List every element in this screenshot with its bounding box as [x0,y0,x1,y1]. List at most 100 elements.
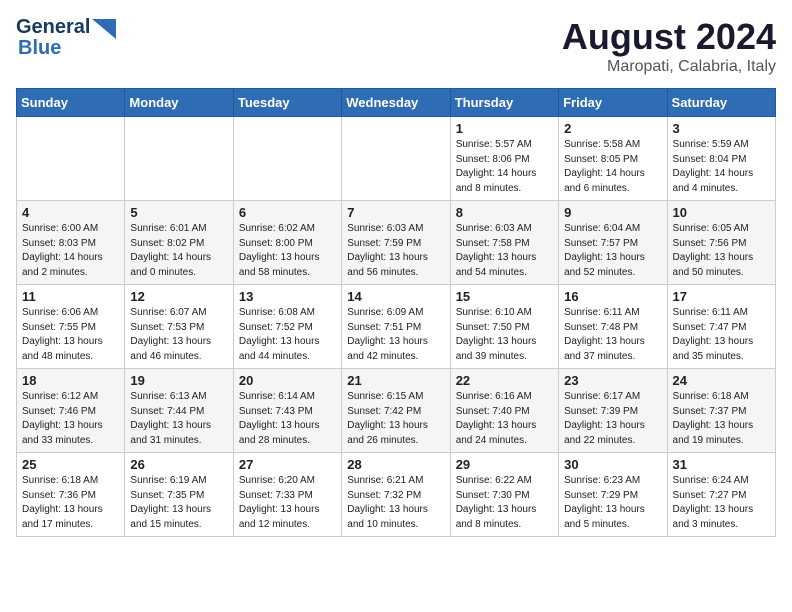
day-number: 30 [564,457,661,472]
calendar-cell [342,117,450,201]
logo-arrow-icon [92,19,116,39]
day-number: 5 [130,205,227,220]
calendar-cell: 8 Sunrise: 6:03 AM Sunset: 7:58 PM Daylig… [450,201,558,285]
day-info: Sunrise: 6:05 AM Sunset: 7:56 PM Dayligh… [673,222,770,280]
col-header-tuesday: Tuesday [233,89,341,117]
day-info: Sunrise: 5:57 AM Sunset: 8:06 PM Dayligh… [456,138,553,196]
day-info: Sunrise: 6:16 AM Sunset: 7:40 PM Dayligh… [456,390,553,448]
day-info: Sunrise: 6:10 AM Sunset: 7:50 PM Dayligh… [456,306,553,364]
calendar-cell: 16 Sunrise: 6:11 AM Sunset: 7:48 PM Dayli… [559,285,667,369]
calendar-table: SundayMondayTuesdayWednesdayThursdayFrid… [16,88,776,537]
day-info: Sunrise: 6:01 AM Sunset: 8:02 PM Dayligh… [130,222,227,280]
calendar-cell: 9 Sunrise: 6:04 AM Sunset: 7:57 PM Daylig… [559,201,667,285]
calendar-cell: 18 Sunrise: 6:12 AM Sunset: 7:46 PM Dayli… [17,369,125,453]
day-info: Sunrise: 6:04 AM Sunset: 7:57 PM Dayligh… [564,222,661,280]
calendar-week-row: 25 Sunrise: 6:18 AM Sunset: 7:36 PM Dayli… [17,453,776,537]
calendar-cell: 22Sunrise: 6:16 AM Sunset: 7:40 PM Dayli… [450,369,558,453]
day-number: 14 [347,289,444,304]
day-info: Sunrise: 6:24 AM Sunset: 7:27 PM Dayligh… [673,474,770,532]
calendar-cell: 13Sunrise: 6:08 AM Sunset: 7:52 PM Dayli… [233,285,341,369]
day-info: Sunrise: 6:11 AM Sunset: 7:48 PM Dayligh… [564,306,661,364]
calendar-cell: 17 Sunrise: 6:11 AM Sunset: 7:47 PM Dayli… [667,285,775,369]
calendar-cell: 3 Sunrise: 5:59 AM Sunset: 8:04 PM Daylig… [667,117,775,201]
calendar-cell [125,117,233,201]
day-info: Sunrise: 6:17 AM Sunset: 7:39 PM Dayligh… [564,390,661,448]
day-info: Sunrise: 5:59 AM Sunset: 8:04 PM Dayligh… [673,138,770,196]
day-info: Sunrise: 6:09 AM Sunset: 7:51 PM Dayligh… [347,306,444,364]
calendar-cell: 26 Sunrise: 6:19 AM Sunset: 7:35 PM Dayli… [125,453,233,537]
day-info: Sunrise: 6:02 AM Sunset: 8:00 PM Dayligh… [239,222,336,280]
day-info: Sunrise: 6:13 AM Sunset: 7:44 PM Dayligh… [130,390,227,448]
day-number: 8 [456,205,553,220]
calendar-cell: 28 Sunrise: 6:21 AM Sunset: 7:32 PM Dayli… [342,453,450,537]
day-info: Sunrise: 5:58 AM Sunset: 8:05 PM Dayligh… [564,138,661,196]
day-info: Sunrise: 6:12 AM Sunset: 7:46 PM Dayligh… [22,390,119,448]
calendar-cell [17,117,125,201]
day-number: 1 [456,121,553,136]
day-info: Sunrise: 6:23 AM Sunset: 7:29 PM Dayligh… [564,474,661,532]
day-info: Sunrise: 6:11 AM Sunset: 7:47 PM Dayligh… [673,306,770,364]
day-number: 12 [130,289,227,304]
calendar-cell [233,117,341,201]
day-info: Sunrise: 6:20 AM Sunset: 7:33 PM Dayligh… [239,474,336,532]
calendar-cell: 5 Sunrise: 6:01 AM Sunset: 8:02 PM Daylig… [125,201,233,285]
calendar-cell: 1 Sunrise: 5:57 AM Sunset: 8:06 PM Daylig… [450,117,558,201]
day-info: Sunrise: 6:21 AM Sunset: 7:32 PM Dayligh… [347,474,444,532]
logo-text-general: General [16,16,90,39]
day-info: Sunrise: 6:19 AM Sunset: 7:35 PM Dayligh… [130,474,227,532]
logo: General Blue [16,16,116,60]
day-number: 20 [239,373,336,388]
col-header-friday: Friday [559,89,667,117]
day-number: 24 [673,373,770,388]
calendar-cell: 15Sunrise: 6:10 AM Sunset: 7:50 PM Dayli… [450,285,558,369]
col-header-sunday: Sunday [17,89,125,117]
title-block: August 2024 Maropati, Calabria, Italy [562,16,776,76]
day-info: Sunrise: 6:18 AM Sunset: 7:37 PM Dayligh… [673,390,770,448]
day-number: 29 [456,457,553,472]
day-info: Sunrise: 6:15 AM Sunset: 7:42 PM Dayligh… [347,390,444,448]
day-number: 23 [564,373,661,388]
subtitle: Maropati, Calabria, Italy [562,58,776,76]
day-number: 3 [673,121,770,136]
calendar-cell: 12 Sunrise: 6:07 AM Sunset: 7:53 PM Dayli… [125,285,233,369]
day-number: 7 [347,205,444,220]
day-number: 19 [130,373,227,388]
calendar-cell: 31Sunrise: 6:24 AM Sunset: 7:27 PM Dayli… [667,453,775,537]
calendar-week-row: 18 Sunrise: 6:12 AM Sunset: 7:46 PM Dayli… [17,369,776,453]
day-number: 6 [239,205,336,220]
calendar-header-row: SundayMondayTuesdayWednesdayThursdayFrid… [17,89,776,117]
calendar-week-row: 11 Sunrise: 6:06 AM Sunset: 7:55 PM Dayli… [17,285,776,369]
calendar-cell: 14 Sunrise: 6:09 AM Sunset: 7:51 PM Dayli… [342,285,450,369]
day-number: 25 [22,457,119,472]
calendar-cell: 24 Sunrise: 6:18 AM Sunset: 7:37 PM Dayli… [667,369,775,453]
day-number: 26 [130,457,227,472]
day-number: 28 [347,457,444,472]
calendar-cell: 7 Sunrise: 6:03 AM Sunset: 7:59 PM Daylig… [342,201,450,285]
day-number: 9 [564,205,661,220]
calendar-cell: 30 Sunrise: 6:23 AM Sunset: 7:29 PM Dayli… [559,453,667,537]
calendar-cell: 25 Sunrise: 6:18 AM Sunset: 7:36 PM Dayli… [17,453,125,537]
calendar-cell: 27Sunrise: 6:20 AM Sunset: 7:33 PM Dayli… [233,453,341,537]
day-info: Sunrise: 6:00 AM Sunset: 8:03 PM Dayligh… [22,222,119,280]
day-info: Sunrise: 6:07 AM Sunset: 7:53 PM Dayligh… [130,306,227,364]
day-number: 16 [564,289,661,304]
day-info: Sunrise: 6:06 AM Sunset: 7:55 PM Dayligh… [22,306,119,364]
day-info: Sunrise: 6:08 AM Sunset: 7:52 PM Dayligh… [239,306,336,364]
day-number: 17 [673,289,770,304]
calendar-cell: 11 Sunrise: 6:06 AM Sunset: 7:55 PM Dayli… [17,285,125,369]
calendar-week-row: 1 Sunrise: 5:57 AM Sunset: 8:06 PM Daylig… [17,117,776,201]
day-number: 4 [22,205,119,220]
day-info: Sunrise: 6:22 AM Sunset: 7:30 PM Dayligh… [456,474,553,532]
day-info: Sunrise: 6:03 AM Sunset: 7:58 PM Dayligh… [456,222,553,280]
day-number: 10 [673,205,770,220]
day-number: 11 [22,289,119,304]
day-info: Sunrise: 6:03 AM Sunset: 7:59 PM Dayligh… [347,222,444,280]
calendar-cell: 19 Sunrise: 6:13 AM Sunset: 7:44 PM Dayli… [125,369,233,453]
calendar-cell: 20Sunrise: 6:14 AM Sunset: 7:43 PM Dayli… [233,369,341,453]
calendar-cell: 29 Sunrise: 6:22 AM Sunset: 7:30 PM Dayli… [450,453,558,537]
calendar-cell: 23 Sunrise: 6:17 AM Sunset: 7:39 PM Dayli… [559,369,667,453]
logo-text-blue: Blue [18,37,61,60]
day-number: 18 [22,373,119,388]
day-number: 21 [347,373,444,388]
day-info: Sunrise: 6:18 AM Sunset: 7:36 PM Dayligh… [22,474,119,532]
